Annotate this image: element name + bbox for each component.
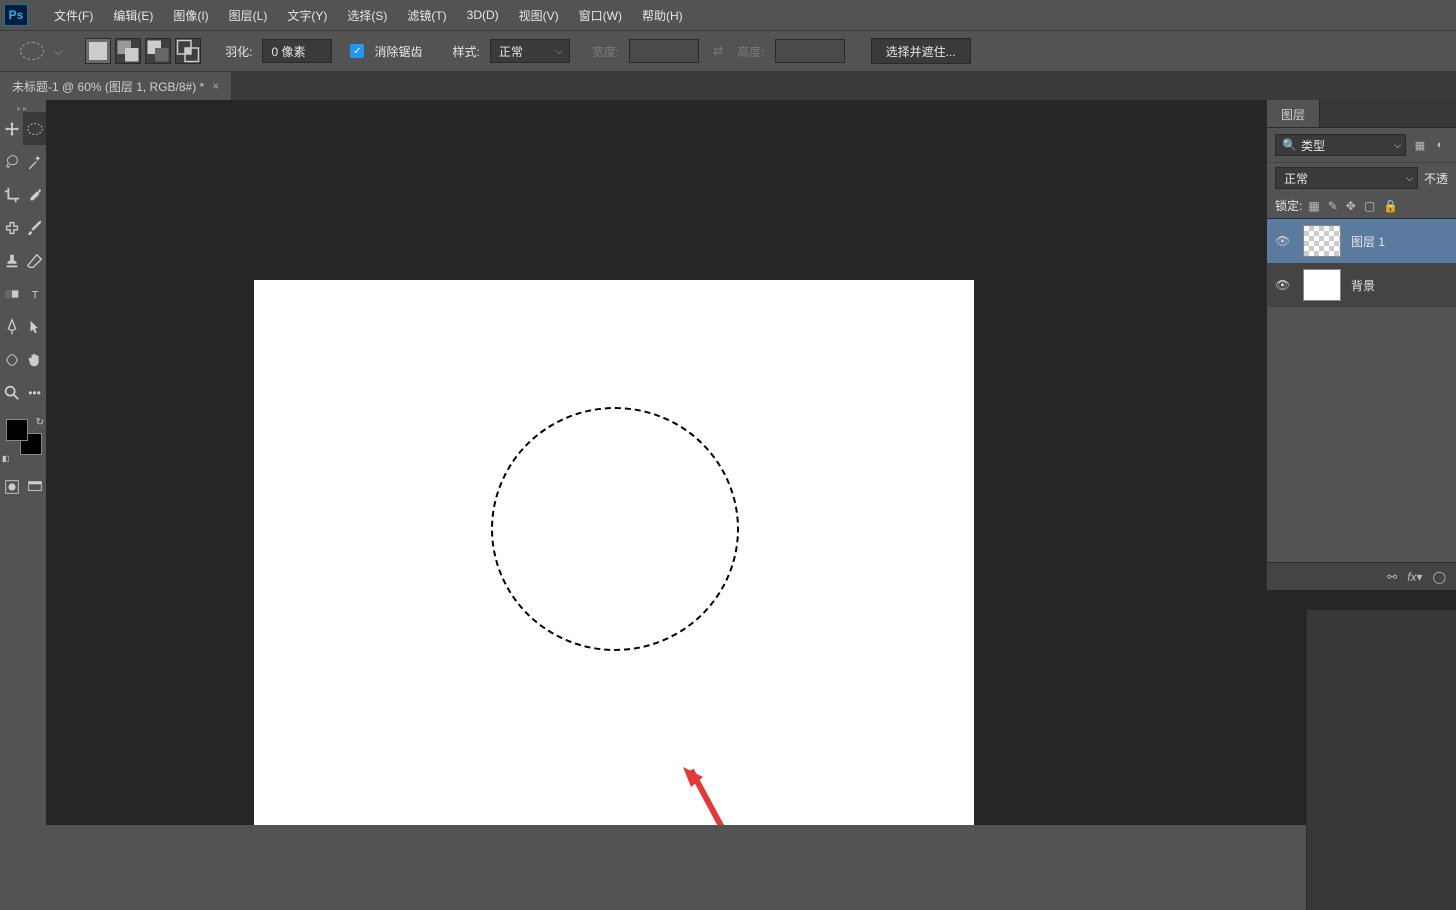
- canvas-area[interactable]: [46, 100, 1456, 825]
- brush-tool[interactable]: [23, 211, 46, 244]
- healing-tool[interactable]: [0, 211, 23, 244]
- menu-view[interactable]: 视图(V): [509, 1, 569, 30]
- document-tab-title: 未标题-1 @ 60% (图层 1, RGB/8#) *: [12, 78, 204, 95]
- feather-input[interactable]: [262, 39, 332, 63]
- lock-label: 锁定:: [1275, 197, 1302, 214]
- eyedropper-tool[interactable]: [23, 178, 46, 211]
- current-tool-icon[interactable]: [20, 42, 44, 60]
- menu-file[interactable]: 文件(F): [44, 1, 103, 30]
- marquee-tool[interactable]: [23, 112, 46, 145]
- layer-mask-icon[interactable]: ◯: [1433, 570, 1446, 584]
- foreground-color[interactable]: [6, 419, 28, 441]
- menubar: Ps 文件(F) 编辑(E) 图像(I) 图层(L) 文字(Y) 选择(S) 滤…: [0, 0, 1456, 30]
- layers-panel: 图层 🔍 类型 ▦ ◐ 正常 不透 锁定: ▦ ✎ ✥ ▢ 🔒: [1266, 100, 1456, 590]
- layer-item[interactable]: 👁 背景: [1267, 263, 1456, 307]
- layer-thumbnail[interactable]: [1303, 225, 1341, 257]
- zoom-tool[interactable]: [0, 376, 23, 409]
- toolbar: ▸▸ T ••• ↻ ◧: [0, 100, 46, 825]
- width-input: [629, 39, 699, 63]
- document-tab[interactable]: 未标题-1 @ 60% (图层 1, RGB/8#) * ×: [0, 72, 231, 100]
- layer-item[interactable]: 👁 图层 1: [1267, 219, 1456, 263]
- menu-image[interactable]: 图像(I): [163, 1, 218, 30]
- selmode-add[interactable]: [115, 38, 141, 64]
- selection-mode-group: [85, 38, 201, 64]
- antialias-checkbox[interactable]: ✓: [350, 44, 364, 58]
- select-and-mask-button[interactable]: 选择并遮住...: [871, 38, 971, 64]
- stamp-tool[interactable]: [0, 244, 23, 277]
- color-wells: ↻ ◧: [0, 415, 46, 465]
- svg-text:T: T: [31, 289, 38, 301]
- visibility-icon[interactable]: 👁: [1275, 278, 1293, 292]
- pen-tool[interactable]: [0, 310, 23, 343]
- screenmode-tool[interactable]: [23, 473, 46, 501]
- lock-artboard-icon[interactable]: ▢: [1364, 199, 1375, 213]
- search-icon: 🔍: [1282, 138, 1297, 152]
- menu-type[interactable]: 文字(Y): [277, 1, 337, 30]
- menu-filter[interactable]: 滤镜(T): [397, 1, 456, 30]
- opacity-label: 不透: [1424, 170, 1448, 187]
- options-bar: ⌵ 羽化: ✓ 消除锯齿 样式: 正常 宽度: ⇄ 高度: 选择并遮住...: [0, 30, 1456, 72]
- selmode-subtract[interactable]: [145, 38, 171, 64]
- lasso-tool[interactable]: [0, 145, 23, 178]
- layer-name[interactable]: 图层 1: [1351, 233, 1385, 250]
- navigator-panel: [1306, 610, 1456, 910]
- blend-mode-dropdown[interactable]: 正常: [1275, 167, 1418, 189]
- menu-select[interactable]: 选择(S): [337, 1, 397, 30]
- shape-tool[interactable]: [0, 343, 23, 376]
- layers-tab[interactable]: 图层: [1267, 100, 1320, 127]
- lock-pixels-icon[interactable]: ✎: [1328, 199, 1338, 213]
- antialias-label: 消除锯齿: [374, 43, 422, 60]
- filter-adjust-icon[interactable]: ◐: [1432, 137, 1448, 153]
- height-label: 高度:: [737, 43, 764, 60]
- document-tabbar: 未标题-1 @ 60% (图层 1, RGB/8#) * ×: [0, 72, 1456, 100]
- layer-filter-dropdown[interactable]: 🔍 类型: [1275, 134, 1406, 156]
- visibility-icon[interactable]: 👁: [1275, 234, 1293, 248]
- layer-list: 👁 图层 1 👁 背景: [1267, 219, 1456, 307]
- swap-colors-icon[interactable]: ↻: [36, 417, 44, 428]
- link-layers-icon[interactable]: ⚯: [1387, 570, 1397, 584]
- workspace: ▸▸ T ••• ↻ ◧: [0, 100, 1456, 825]
- more-tools[interactable]: •••: [23, 376, 46, 409]
- quickmask-tool[interactable]: [0, 473, 23, 501]
- type-tool[interactable]: T: [23, 277, 46, 310]
- crop-tool[interactable]: [0, 178, 23, 211]
- swap-wh-icon: ⇄: [713, 44, 723, 58]
- height-input: [775, 39, 845, 63]
- lock-all-icon[interactable]: 🔒: [1383, 199, 1398, 213]
- eraser-tool[interactable]: [23, 244, 46, 277]
- gradient-tool[interactable]: [0, 277, 23, 310]
- menu-3d[interactable]: 3D(D): [457, 2, 509, 28]
- tool-dropdown-icon[interactable]: ⌵: [54, 44, 63, 59]
- menu-layer[interactable]: 图层(L): [219, 1, 278, 30]
- path-select-tool[interactable]: [23, 310, 46, 343]
- layer-fx-icon[interactable]: fx▾: [1407, 570, 1422, 584]
- feather-label: 羽化:: [225, 43, 252, 60]
- magic-wand-tool[interactable]: [23, 145, 46, 178]
- layer-name[interactable]: 背景: [1351, 277, 1375, 294]
- lock-position-icon[interactable]: ✥: [1346, 199, 1356, 213]
- tab-close-icon[interactable]: ×: [212, 79, 219, 93]
- annotation-arrow: [681, 765, 741, 825]
- lock-transparent-icon[interactable]: ▦: [1308, 199, 1319, 213]
- hand-tool[interactable]: [23, 343, 46, 376]
- toolbar-handle[interactable]: ▸▸: [0, 104, 46, 112]
- menu-window[interactable]: 窗口(W): [569, 1, 632, 30]
- app-logo: Ps: [4, 4, 28, 26]
- menu-help[interactable]: 帮助(H): [632, 1, 693, 30]
- menu-edit[interactable]: 编辑(E): [103, 1, 163, 30]
- selmode-intersect[interactable]: [175, 38, 201, 64]
- width-label: 宽度:: [592, 43, 619, 60]
- style-label: 样式:: [452, 43, 479, 60]
- layer-actions: ⚯ fx▾ ◯: [1267, 562, 1456, 590]
- filter-label: 类型: [1301, 137, 1325, 154]
- elliptical-selection: [491, 407, 739, 651]
- move-tool[interactable]: [0, 112, 23, 145]
- style-dropdown[interactable]: 正常: [490, 39, 570, 63]
- selmode-new[interactable]: [85, 38, 111, 64]
- filter-pixel-icon[interactable]: ▦: [1412, 137, 1428, 153]
- layer-thumbnail[interactable]: [1303, 269, 1341, 301]
- default-colors-icon[interactable]: ◧: [2, 454, 10, 463]
